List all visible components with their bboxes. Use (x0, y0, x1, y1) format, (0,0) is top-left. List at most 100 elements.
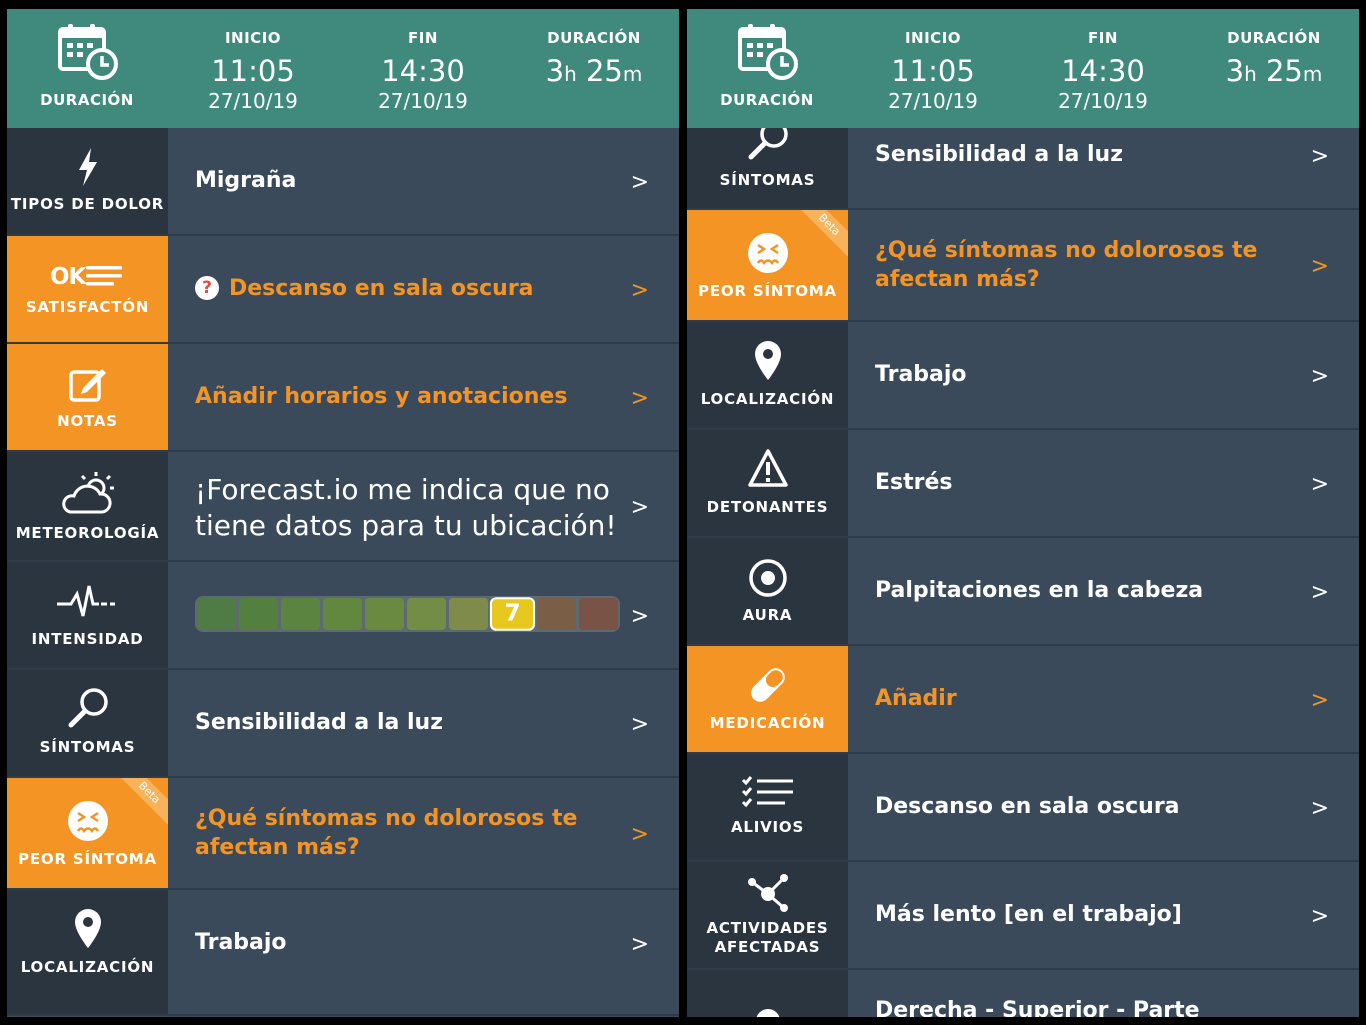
start-block[interactable]: INICIO 11:05 27/10/19 (848, 29, 1018, 113)
end-block[interactable]: FIN 14:30 27/10/19 (1018, 29, 1188, 113)
lightning-icon (78, 148, 97, 186)
intensity-segment[interactable] (537, 598, 576, 630)
chevron-right-icon: > (1310, 254, 1329, 279)
weather-tab[interactable]: METEOROLOGÍA (7, 452, 168, 560)
worst-symptom-row[interactable]: Beta PEOR SÍNTOMA ¿Qué síntomas no dolor… (687, 210, 1359, 322)
map-pin-icon (74, 909, 101, 948)
intensity-segment[interactable] (281, 598, 320, 630)
left-screen: DURACIÓN INICIO 11:05 27/10/19 FIN 14:30… (7, 9, 679, 1017)
location-label: LOCALIZACIÓN (20, 958, 155, 976)
worst-symptom-tab[interactable]: Beta PEOR SÍNTOMA (7, 778, 168, 888)
triggers-label: DETONANTES (706, 498, 829, 516)
symptoms-tab[interactable]: SÍNTOMAS (687, 128, 848, 208)
symptoms-label: SÍNTOMAS (39, 738, 136, 756)
triggers-row[interactable]: DETONANTES Estrés > (687, 430, 1359, 538)
intensity-segment[interactable] (323, 598, 362, 630)
intensity-slider[interactable]: 7 (195, 596, 620, 632)
pain-position-tab[interactable] (687, 970, 848, 1017)
intensity-segment[interactable] (579, 598, 618, 630)
pain-type-row[interactable]: TIPOS DE DOLOR Migraña > (7, 128, 679, 236)
satisfaction-value: ? Descanso en sala oscura (195, 274, 619, 303)
intensity-segment[interactable] (197, 598, 236, 630)
aura-row[interactable]: AURA Palpitaciones en la cabeza > (687, 538, 1359, 646)
intensity-selected-segment[interactable]: 7 (489, 597, 536, 631)
pain-position-row[interactable]: Derecha - Superior - Parte posterior (687, 970, 1359, 1017)
duration-label: DURACIÓN (1227, 29, 1321, 47)
chevron-right-icon: > (630, 170, 649, 195)
location-label: LOCALIZACIÓN (700, 390, 835, 408)
duration-button[interactable]: DURACIÓN (687, 9, 847, 128)
worst-symptom-tab[interactable]: Beta PEOR SÍNTOMA (687, 210, 848, 320)
right-screen: DURACIÓN INICIO 11:05 27/10/19 FIN 14:30… (687, 9, 1359, 1017)
calendar-clock-icon (58, 24, 118, 80)
triggers-tab[interactable]: DETONANTES (687, 430, 848, 536)
checklist-icon (741, 776, 793, 808)
weather-label: METEOROLOGÍA (15, 524, 160, 542)
location-tab[interactable]: LOCALIZACIÓN (687, 322, 848, 428)
intensity-tab[interactable]: INTENSIDAD (7, 562, 168, 668)
intensity-segment[interactable] (239, 598, 278, 630)
end-time: 14:30 (381, 54, 465, 88)
notes-row[interactable]: NOTAS Añadir horarios y anotaciones > (7, 344, 679, 452)
location-tab[interactable]: LOCALIZACIÓN (7, 890, 168, 1014)
satisfaction-tab[interactable]: OK SATISFACTÓN (7, 236, 168, 342)
chevron-right-icon: > (1310, 144, 1329, 169)
reliefs-tab[interactable]: ALIVIOS (687, 754, 848, 860)
aura-label: AURA (742, 606, 793, 624)
medication-tab[interactable]: MEDICACIÓN (687, 646, 848, 752)
duration-header: DURACIÓN INICIO 11:05 27/10/19 FIN 14:30… (687, 9, 1359, 128)
reliefs-row[interactable]: ALIVIOS Descanso en sala oscura > (687, 754, 1359, 862)
intensity-segment[interactable] (407, 598, 446, 630)
weather-row[interactable]: METEOROLOGÍA ¡Forecast.io me indica que … (7, 452, 679, 562)
notes-tab[interactable]: NOTAS (7, 344, 168, 450)
chevron-right-icon: > (630, 932, 649, 957)
start-time: 11:05 (211, 54, 295, 88)
activities-row[interactable]: ACTIVIDADES AFECTADAS Más lento [en el t… (687, 862, 1359, 970)
heartbeat-icon (56, 585, 115, 617)
chevron-right-icon: > (630, 495, 649, 520)
pain-type-tab[interactable]: TIPOS DE DOLOR (7, 128, 168, 234)
symptoms-tab[interactable]: SÍNTOMAS (7, 670, 168, 776)
pain-type-value: Migraña (195, 168, 297, 193)
satisfaction-label: SATISFACTÓN (25, 298, 150, 316)
aura-tab[interactable]: AURA (687, 538, 848, 644)
duration-icon-label: DURACIÓN (40, 91, 134, 109)
start-time: 11:05 (891, 54, 975, 88)
medication-row[interactable]: MEDICACIÓN Añadir > (687, 646, 1359, 754)
worst-symptom-value: ¿Qué síntomas no dolorosos te afectan má… (195, 806, 578, 860)
intensity-segment[interactable] (365, 598, 404, 630)
notes-value: Añadir horarios y anotaciones (195, 384, 568, 409)
symptoms-row[interactable]: SÍNTOMAS Sensibilidad a la luz > (687, 128, 1359, 210)
location-row[interactable]: LOCALIZACIÓN Trabajo > (7, 890, 679, 1016)
weather-value: ¡Forecast.io me indica que no tiene dato… (195, 473, 617, 542)
cloud-sun-icon (61, 472, 114, 514)
share-nodes-icon (747, 874, 788, 912)
chevron-right-icon: > (1310, 796, 1329, 821)
symptoms-label: SÍNTOMAS (719, 171, 816, 189)
start-label: INICIO (224, 29, 282, 47)
activities-label: ACTIVIDADES AFECTADAS (706, 919, 829, 956)
activities-tab[interactable]: ACTIVIDADES AFECTADAS (687, 862, 848, 968)
end-block[interactable]: FIN 14:30 27/10/19 (338, 29, 508, 113)
ok-list-icon: OK (50, 264, 122, 290)
map-pin-icon (754, 341, 781, 380)
worst-symptom-row[interactable]: Beta PEOR SÍNTOMA ¿Qué síntomas no dolor… (7, 778, 679, 890)
symptoms-row[interactable]: SÍNTOMAS Sensibilidad a la luz > (7, 670, 679, 778)
notes-label: NOTAS (57, 412, 118, 430)
sad-face-icon (747, 233, 788, 273)
satisfaction-row[interactable]: OK SATISFACTÓN ? Descanso en sala oscura … (7, 236, 679, 344)
duration-button[interactable]: DURACIÓN (7, 9, 167, 128)
aura-value: Palpitaciones en la cabeza (875, 578, 1204, 603)
pill-icon (750, 668, 785, 702)
end-label: FIN (1088, 29, 1118, 47)
worst-symptom-value: ¿Qué síntomas no dolorosos te afectan má… (875, 238, 1258, 292)
chevron-right-icon: > (1310, 580, 1329, 605)
chevron-right-icon: > (1310, 688, 1329, 713)
intensity-segment[interactable] (449, 598, 488, 630)
end-date: 27/10/19 (378, 89, 468, 113)
location-row[interactable]: LOCALIZACIÓN Trabajo > (687, 322, 1359, 430)
worst-symptom-label: PEOR SÍNTOMA (18, 850, 157, 868)
intensity-row[interactable]: INTENSIDAD 7 > (7, 562, 679, 670)
start-block[interactable]: INICIO 11:05 27/10/19 (168, 29, 338, 113)
worst-symptom-label: PEOR SÍNTOMA (698, 282, 837, 300)
